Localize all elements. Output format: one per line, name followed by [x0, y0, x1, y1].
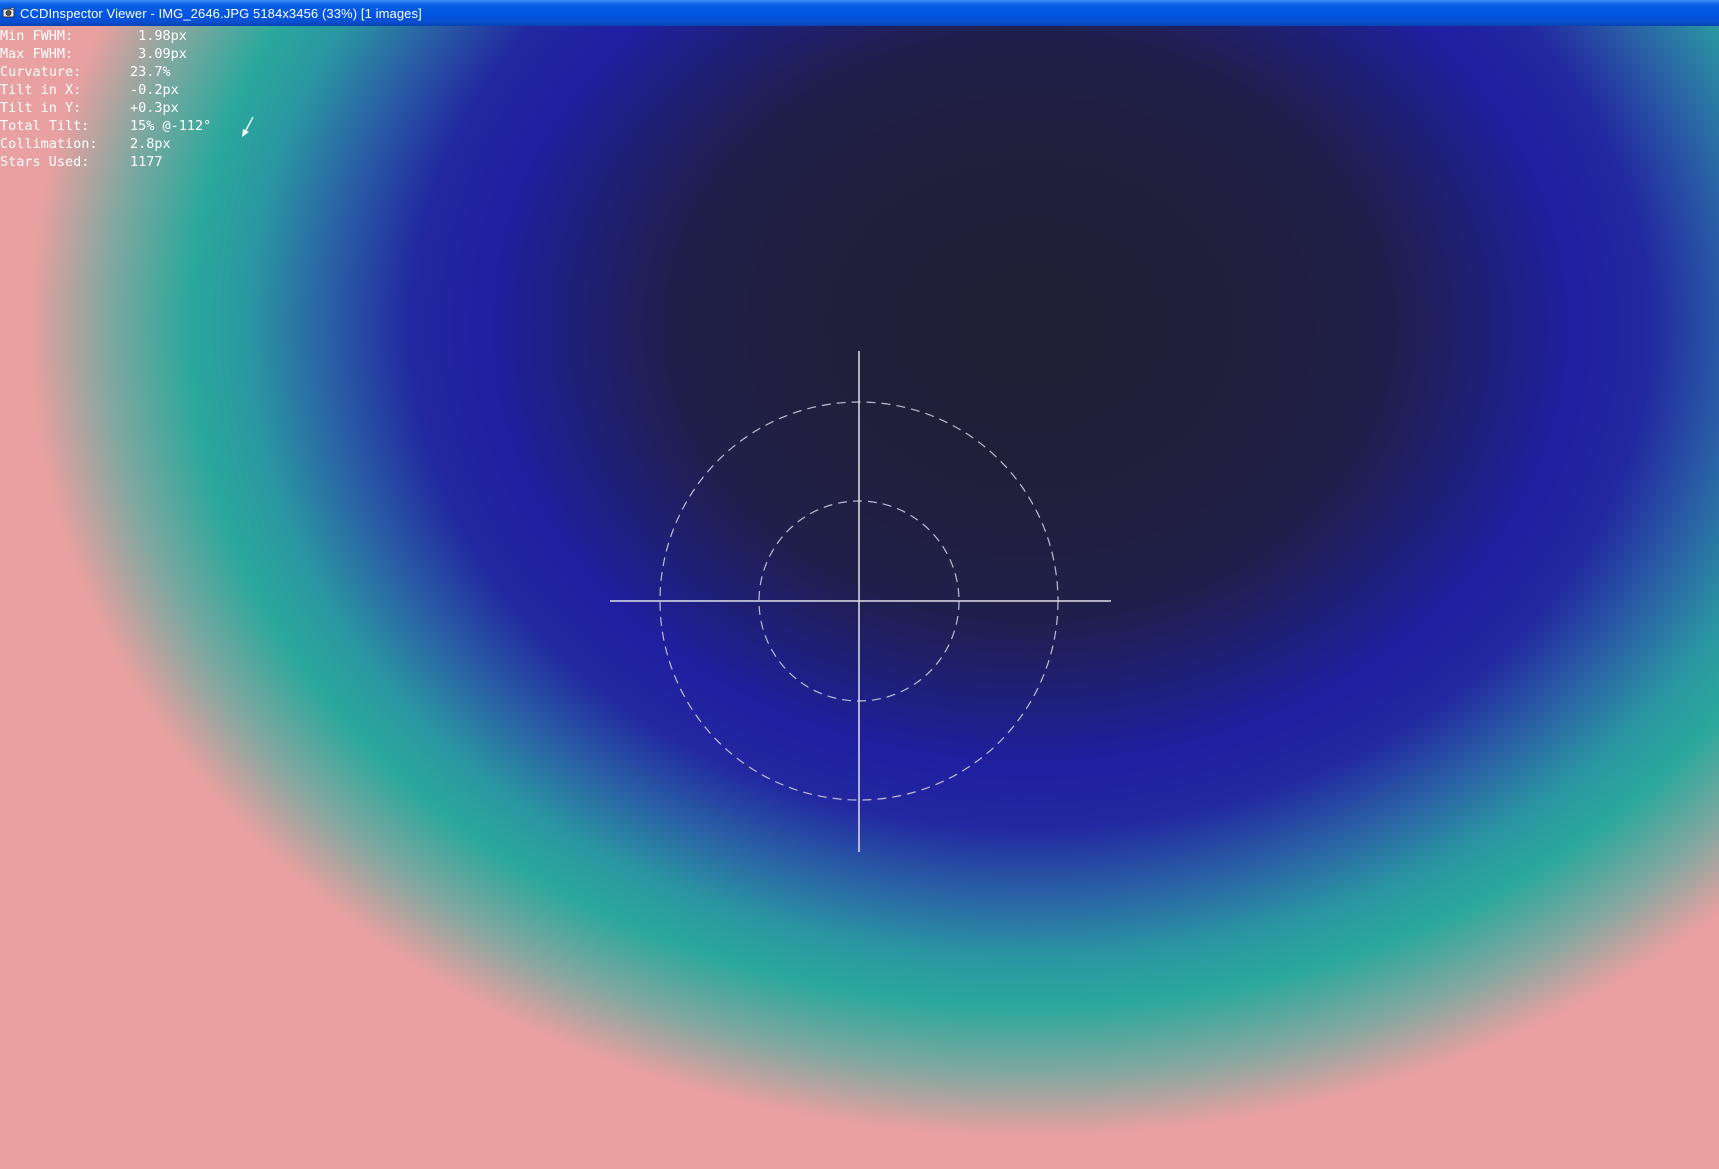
stat-value: 15% @-112°	[130, 118, 212, 134]
stat-collimation: Collimation: 2.8px	[0, 135, 211, 153]
tilt-direction-arrow-icon	[242, 116, 254, 137]
title-bar[interactable]: CCDInspector Viewer - IMG_2646.JPG 5184x…	[0, 0, 1719, 26]
stat-value: 1177	[130, 154, 163, 170]
stat-total-tilt: Total Tilt: 15% @-112°	[0, 117, 211, 135]
stat-value: 23.7%	[130, 64, 171, 80]
stat-value: 3.09px	[130, 46, 187, 62]
stat-max-fwhm: Max FWHM: 3.09px	[0, 45, 211, 63]
stat-value: 2.8px	[130, 136, 171, 152]
stat-stars-used: Stars Used: 1177	[0, 153, 211, 171]
stat-tilt-x: Tilt in X: -0.2px	[0, 81, 211, 99]
stat-curvature: Curvature: 23.7%	[0, 63, 211, 81]
stat-tilt-y: Tilt in Y: +0.3px	[0, 99, 211, 117]
stat-label: Total Tilt:	[0, 118, 90, 134]
stat-min-fwhm: Min FWHM: 1.98px	[0, 27, 211, 45]
stat-label: Curvature:	[0, 64, 82, 80]
ccdinspector-window: CCDInspector Viewer - IMG_2646.JPG 5184x…	[0, 0, 1719, 1169]
stats-panel: Min FWHM: 1.98px Max FWHM: 3.09px Curvat…	[0, 27, 211, 171]
app-icon[interactable]	[2, 6, 16, 20]
stat-value: -0.2px	[130, 82, 179, 98]
stat-label: Tilt in X:	[0, 82, 82, 98]
stat-label: Collimation:	[0, 136, 98, 152]
stat-label: Max FWHM:	[0, 46, 74, 62]
curvature-map[interactable]	[0, 26, 1719, 1169]
stat-label: Tilt in Y:	[0, 100, 82, 116]
stat-label: Min FWHM:	[0, 28, 74, 44]
stat-value: +0.3px	[130, 100, 179, 116]
stat-value: 1.98px	[130, 28, 187, 44]
stat-label: Stars Used:	[0, 154, 90, 170]
window-title: CCDInspector Viewer - IMG_2646.JPG 5184x…	[20, 5, 422, 21]
